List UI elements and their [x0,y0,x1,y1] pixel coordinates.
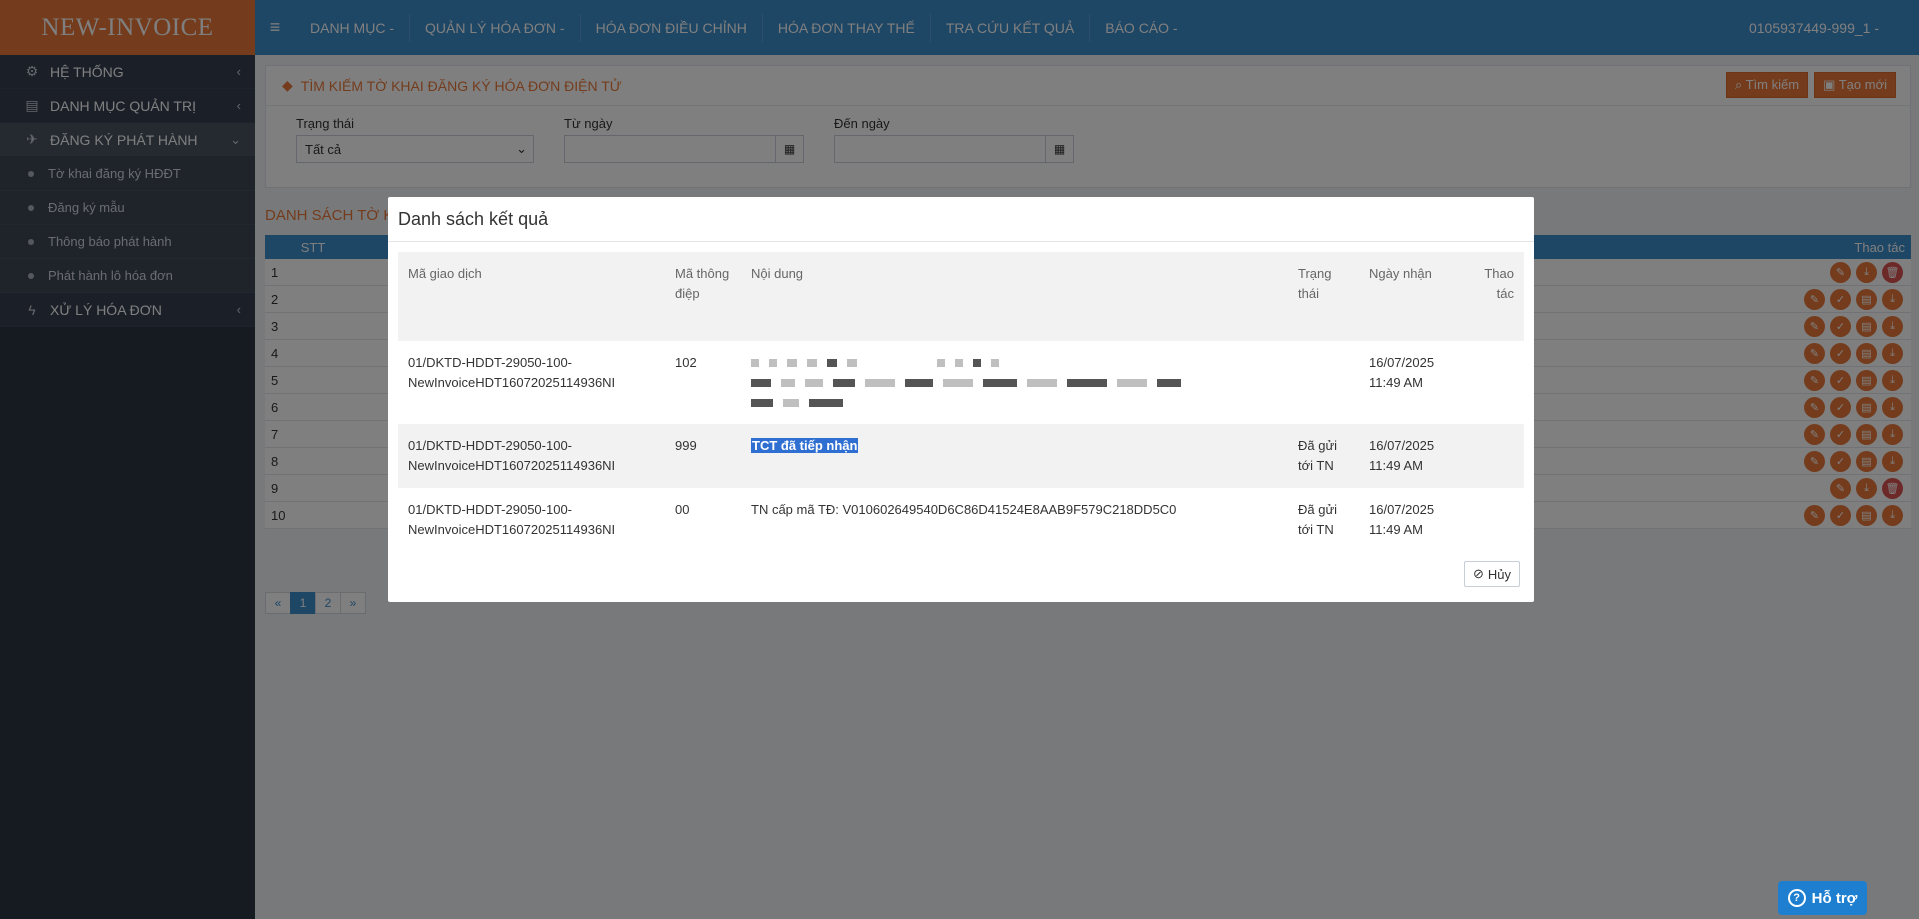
row-date: 16/07/2025 11:49 AM [1369,438,1435,473]
header-content: Nội dung [751,266,804,281]
row-msg: 999 [675,438,697,453]
row-date: 16/07/2025 11:49 AM [1369,355,1435,390]
row-content: TCT đã tiếp nhận [741,424,1288,488]
result-modal: Danh sách kết quả Mã giao dịch Mã thông … [388,197,1534,602]
header-msg: Mã thông điệp [675,266,730,301]
row-code: 01/DKTD-HDDT-29050-100-NewInvoiceHDT1607… [408,355,616,390]
row-content-redacted [741,341,1288,424]
selected-text: TCT đã tiếp nhận [751,438,859,453]
row-msg: 00 [675,502,690,517]
header-status: Trạng thái [1298,266,1332,301]
question-icon: ? [1787,889,1806,907]
header-date: Ngày nhận [1369,266,1432,281]
help-button-label: Hỗ trợ [1811,889,1858,907]
ban-icon: ⊘ [1472,566,1484,581]
redacted-text [751,399,1278,407]
modal-title: Danh sách kết quả [388,197,1534,242]
cancel-button-label: Hủy [1487,566,1511,582]
header-action: Thao tác [1484,266,1514,301]
row-content: TN cấp mã TĐ: V010602649540D6C86D41524E8… [751,502,1177,517]
modal-footer: ⊘ Hủy [1463,561,1520,587]
row-action [1467,341,1524,424]
row-action [1467,424,1524,488]
modal-row: 01/DKTD-HDDT-29050-100-NewInvoiceHDT1607… [398,488,1524,552]
modal-table-header: Mã giao dịch Mã thông điệp Nội dung Trạn… [398,252,1524,341]
row-status [1288,341,1359,424]
redacted-text [751,379,1278,387]
row-msg: 102 [675,355,697,370]
row-date: 16/07/2025 11:49 AM [1369,502,1435,537]
row-action [1467,488,1524,552]
row-code: 01/DKTD-HDDT-29050-100-NewInvoiceHDT1607… [408,502,616,537]
row-code: 01/DKTD-HDDT-29050-100-NewInvoiceHDT1607… [408,438,616,473]
modal-table: Mã giao dịch Mã thông điệp Nội dung Trạn… [398,252,1524,552]
redacted-text [751,359,1278,367]
cancel-button[interactable]: ⊘ Hủy [1463,561,1520,587]
header-code: Mã giao dịch [408,266,482,281]
modal-row: 01/DKTD-HDDT-29050-100-NewInvoiceHDT1607… [398,341,1524,424]
modal-row: 01/DKTD-HDDT-29050-100-NewInvoiceHDT1607… [398,424,1524,488]
row-status: Đã gửi tới TN [1298,502,1338,537]
row-status: Đã gửi tới TN [1298,438,1338,473]
help-button[interactable]: ? Hỗ trợ [1778,881,1867,915]
